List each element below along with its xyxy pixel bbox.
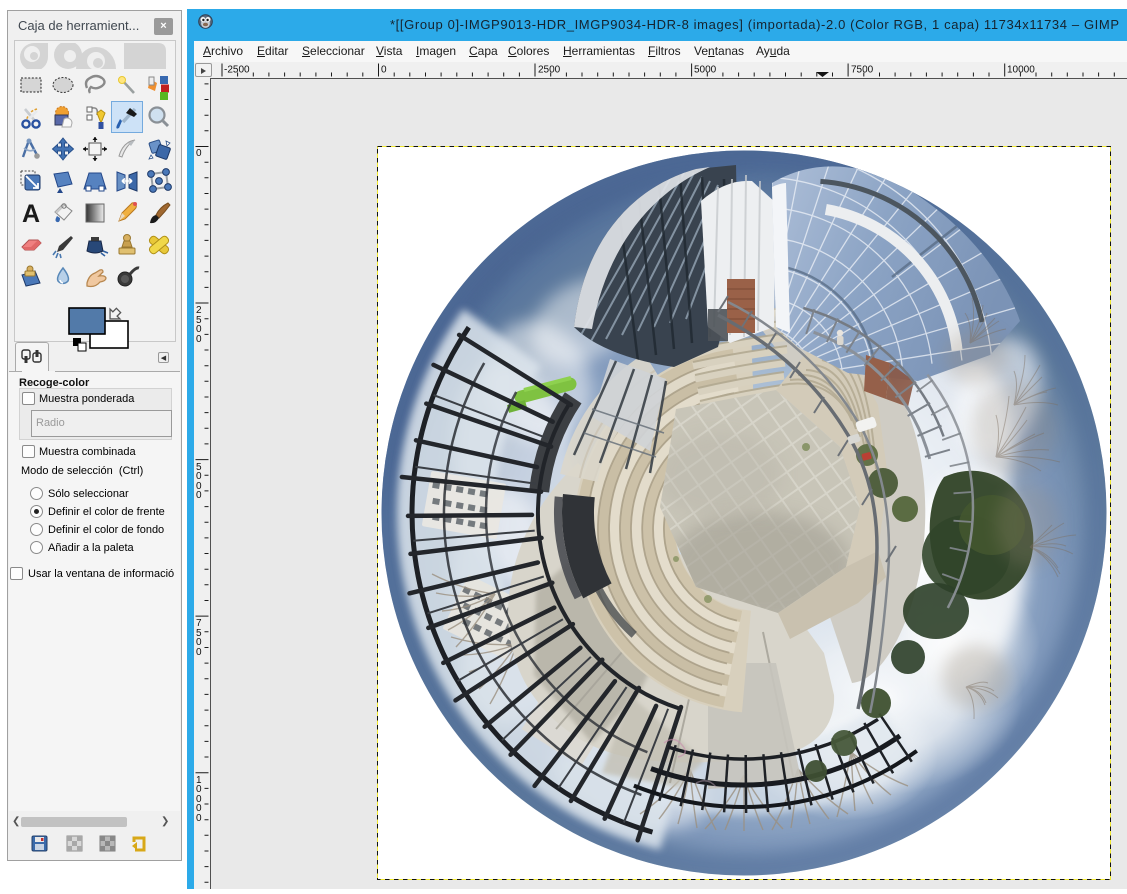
svg-text:-2500: -2500 (224, 65, 250, 76)
svg-text:0: 0 (196, 647, 202, 658)
svg-text:5000: 5000 (694, 65, 717, 76)
svg-text:0: 0 (196, 490, 202, 501)
svg-text:A: A (22, 200, 40, 228)
svg-text:7500: 7500 (851, 65, 874, 76)
svg-text:0: 0 (381, 65, 387, 76)
svg-text:2500: 2500 (538, 65, 561, 76)
svg-text:0: 0 (196, 813, 202, 824)
svg-text:0: 0 (196, 148, 202, 159)
svg-text:10000: 10000 (1007, 65, 1035, 76)
svg-text:0: 0 (196, 334, 202, 345)
